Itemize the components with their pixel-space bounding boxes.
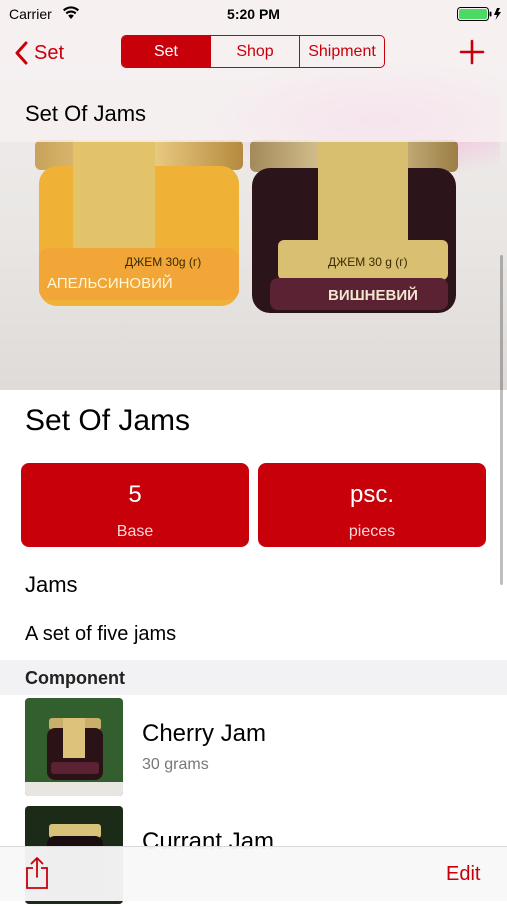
nav-bar: Set Set Shop Shipment	[0, 28, 507, 80]
cherry-jar-label-top: ДЖЕМ 30 g (г)	[328, 255, 408, 269]
share-icon[interactable]	[24, 856, 50, 890]
quantity-label: Base	[116, 523, 154, 540]
segment-shipment[interactable]: Shipment	[299, 36, 384, 67]
bottom-toolbar: Edit	[0, 846, 507, 901]
orange-jar-label-top: ДЖЕМ 30g (г)	[125, 255, 201, 269]
component-detail: 30 grams	[142, 756, 209, 773]
segmented-control: Set Shop Shipment	[121, 35, 385, 68]
cherry-jam-thumbnail	[25, 698, 123, 796]
list-item[interactable]: Cherry Jam 30 grams	[0, 698, 507, 798]
scroll-indicator[interactable]	[500, 255, 503, 585]
orange-jar-label-name: АПЕЛЬСИНОВИЙ	[47, 274, 173, 292]
unit-tile[interactable]: psc. pieces	[258, 463, 486, 547]
cherry-jam-jar: ДЖЕМ 30 g (г) ВИШНЕВИЙ	[250, 140, 458, 313]
status-bar: Carrier 5:20 PM	[0, 0, 507, 28]
chevron-left-icon	[15, 41, 28, 65]
item-description: A set of five jams	[25, 623, 177, 645]
quantity-tile[interactable]: 5 Base	[21, 463, 249, 547]
segment-shop[interactable]: Shop	[210, 36, 299, 67]
segment-set[interactable]: Set	[122, 36, 210, 67]
unit-label: pieces	[348, 523, 396, 540]
plus-icon[interactable]	[458, 38, 486, 66]
cherry-jar-label-name: ВИШНЕВИЙ	[328, 286, 418, 304]
item-title: Set Of Jams	[25, 404, 191, 437]
component-name: Cherry Jam	[142, 720, 267, 747]
section-header-label: Component	[25, 668, 125, 688]
back-label: Set	[34, 41, 65, 64]
unit-value: psc.	[349, 481, 394, 508]
page-title: Set Of Jams	[25, 101, 147, 126]
orange-jam-jar: ДЖЕМ 30g (г) АПЕЛЬСИНОВИЙ	[35, 140, 243, 306]
navigation-header: Carrier 5:20 PM Set Set Shop Shipment Se…	[0, 0, 507, 142]
back-button[interactable]: Set	[14, 38, 64, 68]
item-category: Jams	[25, 572, 78, 597]
status-time: 5:20 PM	[227, 6, 280, 22]
quantity-value: 5	[128, 481, 142, 508]
component-section-header: Component	[0, 660, 507, 695]
charging-icon	[494, 8, 501, 20]
edit-button[interactable]: Edit	[446, 863, 480, 886]
battery-icon	[457, 7, 501, 21]
